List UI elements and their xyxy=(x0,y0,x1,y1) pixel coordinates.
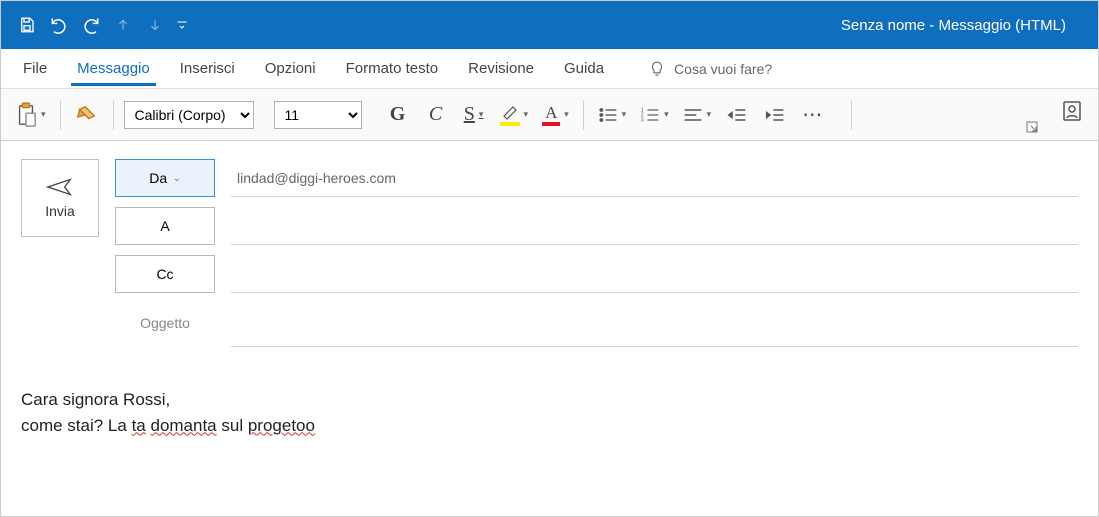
align-button[interactable]: ▾ xyxy=(679,99,716,131)
tell-me-placeholder: Cosa vuoi fare? xyxy=(674,61,772,77)
lightbulb-icon xyxy=(648,60,666,78)
tab-message[interactable]: Messaggio xyxy=(63,52,164,85)
customize-qat-button[interactable] xyxy=(173,11,191,39)
send-icon xyxy=(46,177,74,197)
previous-item-button[interactable] xyxy=(109,11,137,39)
font-color-button[interactable]: A ▾ xyxy=(538,99,573,131)
numbered-list-button[interactable]: 123 ▾ xyxy=(636,99,673,131)
decrease-indent-button[interactable] xyxy=(721,99,753,131)
svg-text:3: 3 xyxy=(641,117,644,123)
spelling-error: domanta xyxy=(150,416,216,435)
send-button[interactable]: Invia xyxy=(21,159,99,237)
cc-field[interactable] xyxy=(231,255,1078,293)
body-line-1: Cara signora Rossi, xyxy=(21,387,1078,413)
address-book-button[interactable] xyxy=(1060,99,1084,123)
bullet-list-button[interactable]: ▾ xyxy=(594,99,631,131)
chevron-down-icon: ▾ xyxy=(707,109,712,120)
separator xyxy=(60,100,61,130)
send-label: Invia xyxy=(45,203,75,219)
more-commands-button[interactable]: ⋯ xyxy=(797,99,829,131)
tab-review[interactable]: Revisione xyxy=(454,52,548,85)
window-title: Senza nome - Messaggio (HTML) xyxy=(841,17,1066,34)
format-painter-button[interactable] xyxy=(71,99,103,131)
title-bar: Senza nome - Messaggio (HTML) xyxy=(1,1,1098,49)
chevron-down-icon: ⌄ xyxy=(173,173,181,184)
message-body[interactable]: Cara signora Rossi, come stai? La ta dom… xyxy=(21,387,1078,438)
paste-button[interactable]: ▾ xyxy=(11,99,50,131)
tab-file[interactable]: File xyxy=(9,52,61,85)
tab-help[interactable]: Guida xyxy=(550,52,618,85)
undo-button[interactable] xyxy=(45,11,73,39)
from-field[interactable] xyxy=(231,159,1078,197)
separator xyxy=(113,100,114,130)
spelling-error: ta xyxy=(132,416,146,435)
compose-area: Invia Da ⌄ A Cc Oggetto Cara signora Ros… xyxy=(1,141,1098,456)
subject-field[interactable] xyxy=(231,309,1078,347)
save-button[interactable] xyxy=(13,11,41,39)
separator xyxy=(851,100,852,130)
increase-indent-button[interactable] xyxy=(759,99,791,131)
ribbon-tabs: File Messaggio Inserisci Opzioni Formato… xyxy=(1,49,1098,89)
italic-button[interactable]: C xyxy=(420,99,452,131)
chevron-down-icon: ▾ xyxy=(41,109,46,120)
font-name-select[interactable]: Calibri (Corpo) xyxy=(124,101,254,129)
to-field[interactable] xyxy=(231,207,1078,245)
dialog-launcher-button[interactable] xyxy=(1026,121,1038,136)
spelling-error: progetoo xyxy=(248,416,315,435)
body-line-2: come stai? La ta domanta sul progetoo xyxy=(21,413,1078,439)
chevron-down-icon: ▾ xyxy=(664,109,669,120)
underline-button[interactable]: S▾ xyxy=(458,99,490,131)
bold-button[interactable]: G xyxy=(382,99,414,131)
next-item-button[interactable] xyxy=(141,11,169,39)
chevron-down-icon: ▾ xyxy=(524,109,529,120)
chevron-down-icon: ▾ xyxy=(479,109,484,120)
tab-insert[interactable]: Inserisci xyxy=(166,52,249,85)
cc-button[interactable]: Cc xyxy=(115,255,215,293)
highlight-button[interactable]: ▾ xyxy=(496,99,533,131)
separator xyxy=(583,100,584,130)
font-size-select[interactable]: 11 xyxy=(274,101,362,129)
chevron-down-icon: ▾ xyxy=(622,109,627,120)
tab-options[interactable]: Opzioni xyxy=(251,52,330,85)
chevron-down-icon: ▾ xyxy=(564,109,569,120)
subject-label: Oggetto xyxy=(115,315,215,331)
tell-me-search[interactable]: Cosa vuoi fare? xyxy=(640,56,780,82)
redo-button[interactable] xyxy=(77,11,105,39)
quick-access-toolbar xyxy=(13,11,191,39)
to-button[interactable]: A xyxy=(115,207,215,245)
tab-format-text[interactable]: Formato testo xyxy=(332,52,453,85)
ribbon-toolbar: ▾ Calibri (Corpo) 11 G C S▾ ▾ A ▾ ▾ 123 … xyxy=(1,89,1098,141)
from-button[interactable]: Da ⌄ xyxy=(115,159,215,197)
